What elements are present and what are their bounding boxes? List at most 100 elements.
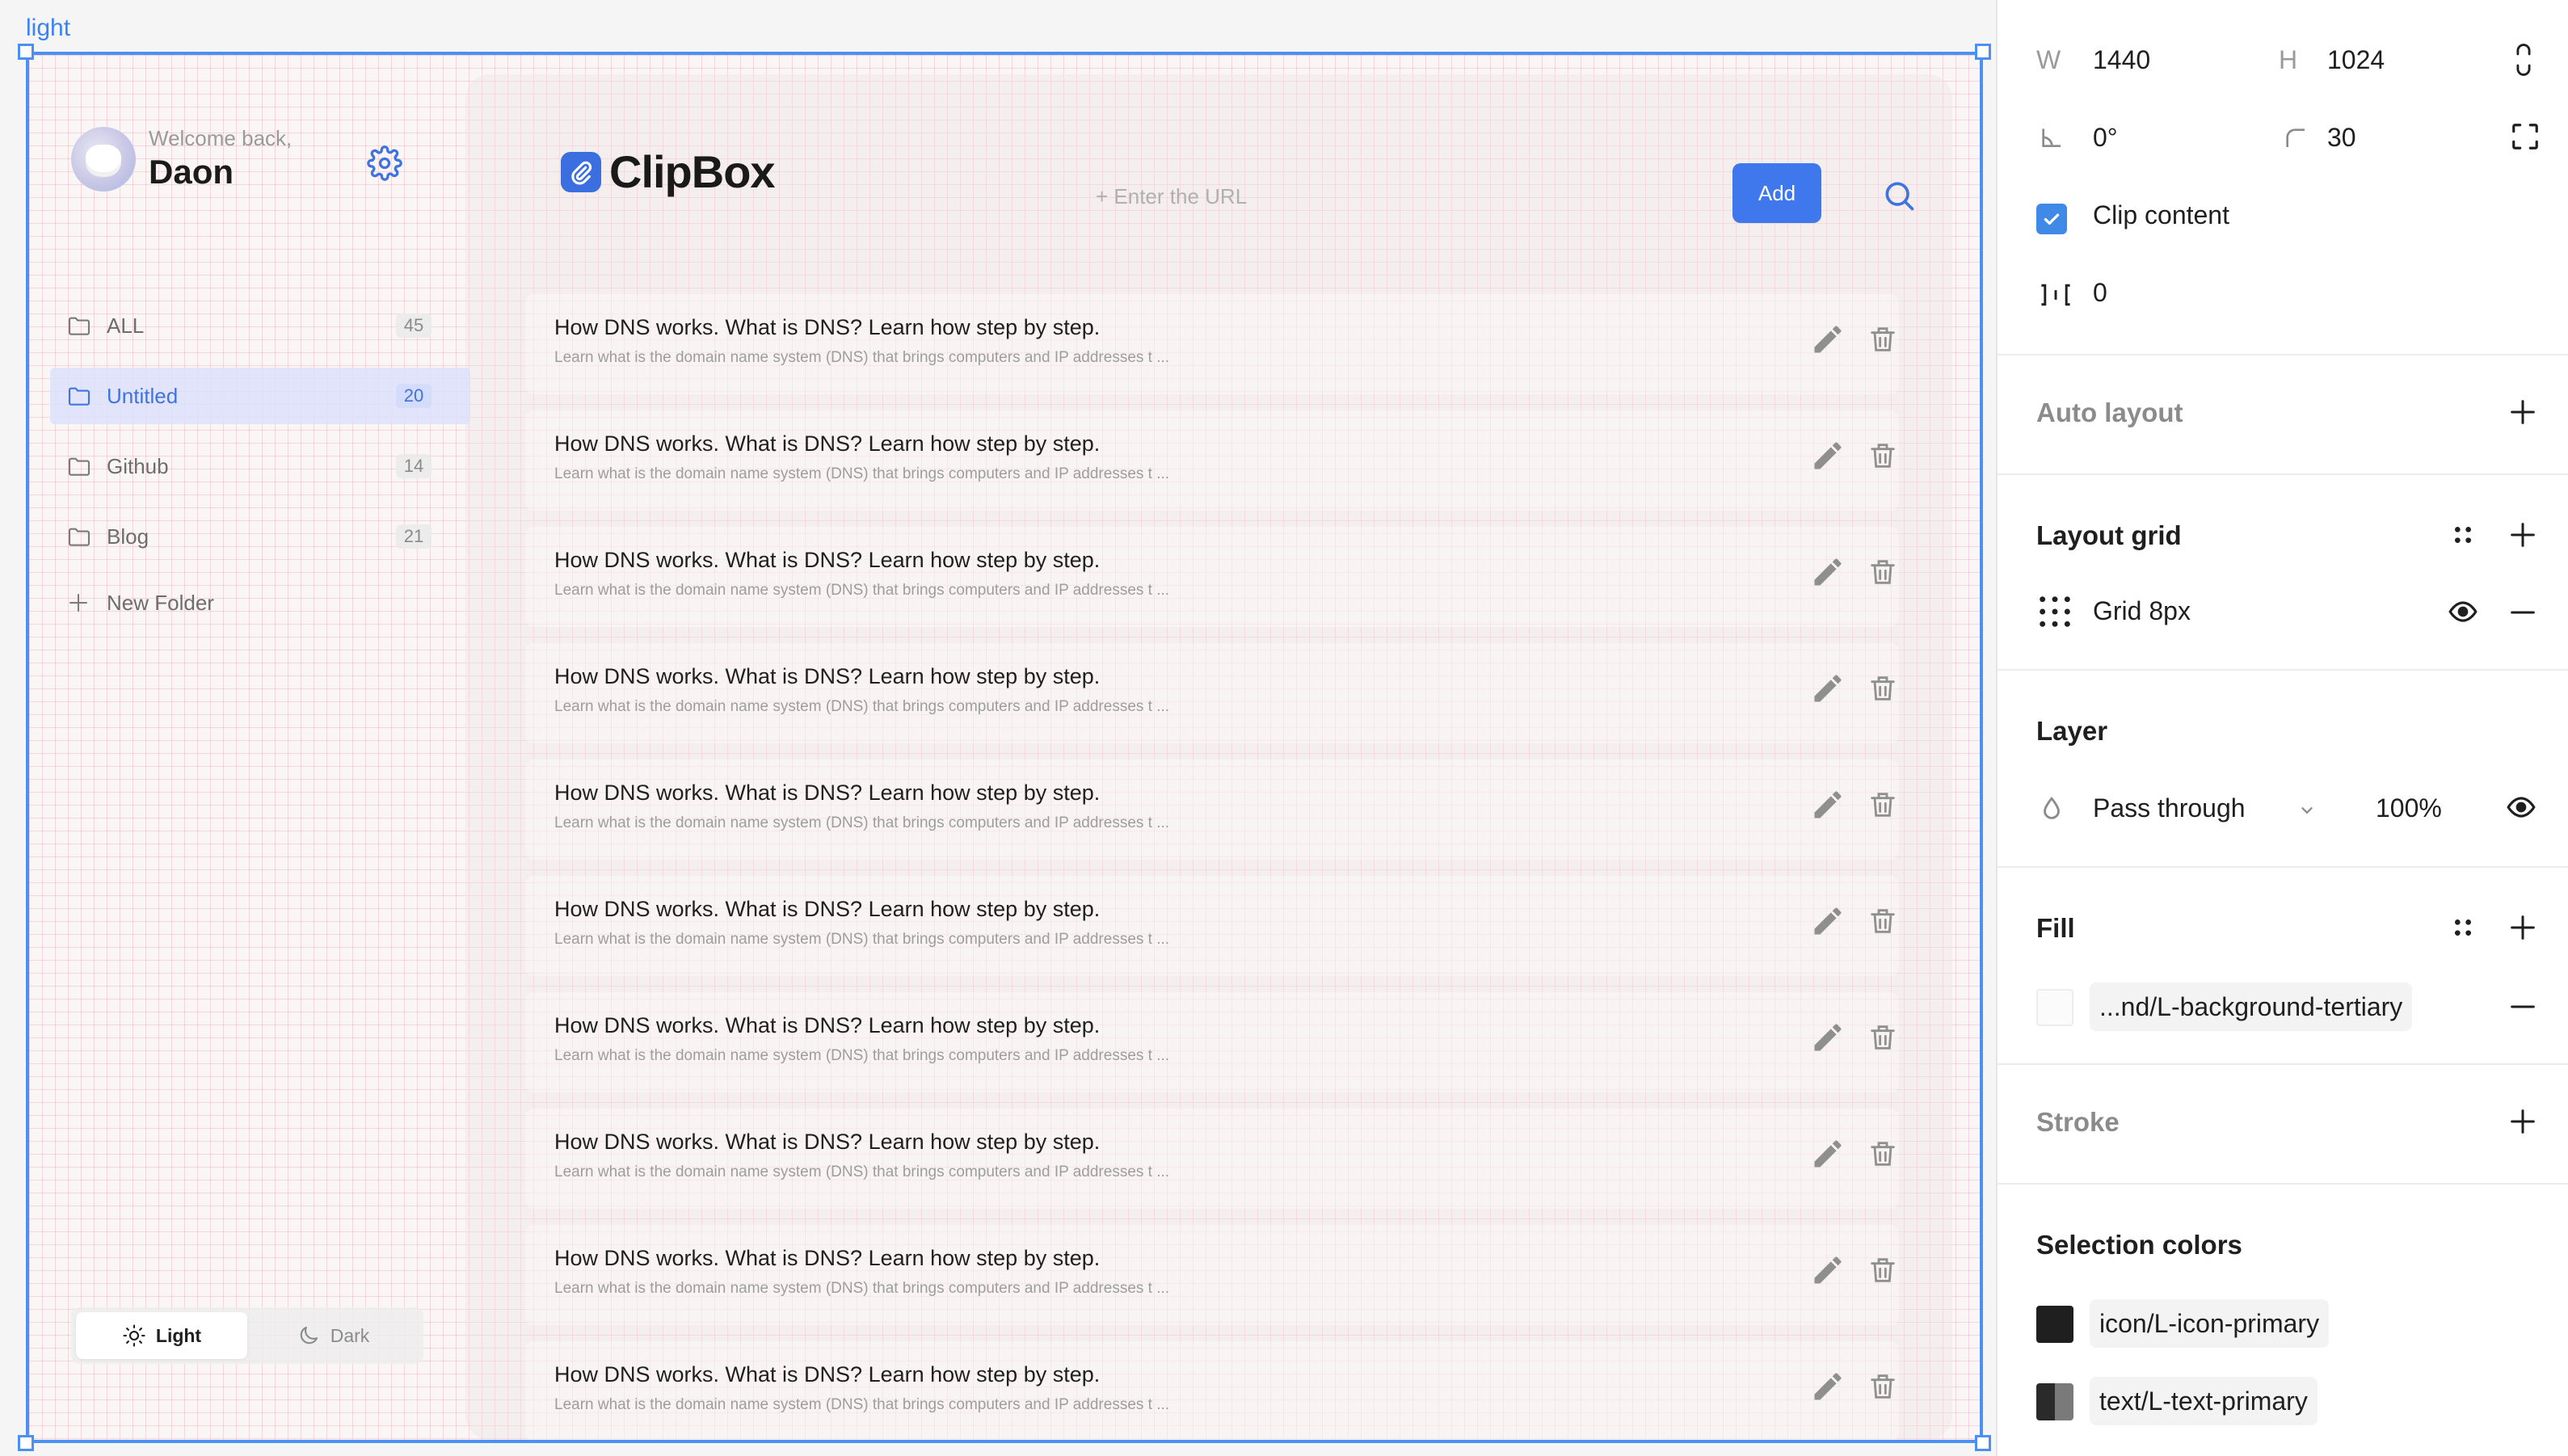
list-item[interactable]: How DNS works. What is DNS? Learn how st…	[525, 876, 1899, 976]
list-item[interactable]: How DNS works. What is DNS? Learn how st…	[525, 1109, 1899, 1209]
trash-icon[interactable]	[1867, 1136, 1899, 1172]
auto-layout-title: Auto layout	[2036, 398, 2183, 427]
new-folder-label: New Folder	[107, 590, 214, 615]
trash-icon[interactable]	[1867, 554, 1899, 590]
trash-icon[interactable]	[1867, 787, 1899, 823]
welcome-text: Welcome back,	[149, 126, 293, 150]
dark-theme-button[interactable]: Dark	[247, 1312, 419, 1359]
layout-grid-title: Layout grid	[2036, 520, 2182, 550]
clip-content-checkbox[interactable]	[2036, 204, 2067, 234]
plus-icon[interactable]	[2507, 1105, 2539, 1138]
folder-item-blog[interactable]: Blog 21	[50, 508, 470, 565]
list-item[interactable]: How DNS works. What is DNS? Learn how st…	[525, 294, 1899, 394]
folder-item-github[interactable]: Github 14	[50, 438, 470, 494]
gear-icon[interactable]	[367, 145, 402, 181]
selection-color-swatch[interactable]	[2036, 1383, 2073, 1420]
avatar[interactable]	[71, 126, 136, 191]
folder-item-all[interactable]: ALL 45	[50, 297, 470, 354]
minus-icon[interactable]	[2507, 991, 2539, 1023]
folder-icon	[68, 457, 91, 476]
edit-icon[interactable]	[1810, 1369, 1846, 1404]
list-item[interactable]: How DNS works. What is DNS? Learn how st…	[525, 410, 1899, 511]
trash-icon[interactable]	[1867, 671, 1899, 706]
constrain-proportions-icon[interactable]	[2510, 42, 2537, 78]
edit-icon[interactable]	[1810, 787, 1846, 823]
user-profile: Welcome back, Daon	[71, 126, 292, 191]
resize-handle-bottom-left[interactable]	[18, 1435, 34, 1451]
height-field[interactable]: 1024	[2327, 45, 2385, 75]
fill-swatch[interactable]	[2036, 989, 2073, 1026]
edit-icon[interactable]	[1810, 554, 1846, 590]
plus-icon[interactable]	[2507, 396, 2539, 428]
blend-mode-select[interactable]: Pass through	[2093, 793, 2246, 823]
fill-style-chip[interactable]: ...nd/L-background-tertiary	[2090, 983, 2413, 1031]
resize-handle-bottom-right[interactable]	[1975, 1435, 1991, 1451]
corner-radius-field[interactable]: 30	[2327, 123, 2356, 153]
folder-item-untitled[interactable]: Untitled 20	[50, 368, 470, 424]
width-field[interactable]: 1440	[2093, 45, 2150, 75]
edit-icon[interactable]	[1810, 438, 1846, 473]
resize-handle-top-right[interactable]	[1975, 44, 1991, 60]
trash-icon[interactable]	[1867, 1252, 1899, 1288]
selection-color-chip[interactable]: icon/L-icon-primary	[2090, 1299, 2330, 1348]
link-list: How DNS works. What is DNS? Learn how st…	[525, 294, 1899, 1440]
item-description: Learn what is the domain name system (DN…	[554, 814, 1170, 831]
frame-label[interactable]: light	[26, 15, 70, 42]
frame-section: W 1440 H 1024 0° 30 Clip content 0	[1998, 0, 2568, 356]
new-folder-button[interactable]: New Folder	[50, 579, 470, 627]
list-item[interactable]: How DNS works. What is DNS? Learn how st…	[525, 760, 1899, 860]
chevron-down-icon[interactable]	[2298, 802, 2316, 819]
profile-text: Welcome back, Daon	[149, 126, 292, 191]
dots-icon[interactable]	[2447, 911, 2479, 944]
spacing-icon	[2041, 284, 2070, 306]
trash-icon[interactable]	[1867, 903, 1899, 939]
spacing-field[interactable]: 0	[2093, 278, 2107, 308]
light-theme-button[interactable]: Light	[76, 1312, 247, 1359]
rotation-field[interactable]: 0°	[2093, 123, 2118, 153]
list-item[interactable]: How DNS works. What is DNS? Learn how st…	[525, 643, 1899, 743]
trash-icon[interactable]	[1867, 322, 1899, 357]
dots-icon[interactable]	[2447, 519, 2479, 551]
edit-icon[interactable]	[1810, 322, 1846, 357]
auto-layout-section: Auto layout	[1998, 356, 2568, 475]
edit-icon[interactable]	[1810, 1136, 1846, 1172]
selection-color-swatch[interactable]	[2036, 1306, 2073, 1343]
selection-color-chip[interactable]: text/L-text-primary	[2090, 1377, 2318, 1425]
plus-icon[interactable]	[2507, 911, 2539, 944]
item-description: Learn what is the domain name system (DN…	[554, 1396, 1170, 1413]
stroke-title: Stroke	[2036, 1107, 2120, 1137]
canvas[interactable]: light Welcome back, Daon ALL 45 Untitled…	[0, 0, 1996, 1456]
item-description: Learn what is the domain name system (DN…	[554, 349, 1170, 366]
item-description: Learn what is the domain name system (DN…	[554, 465, 1170, 482]
edit-icon[interactable]	[1810, 1252, 1846, 1288]
plus-icon[interactable]	[2507, 519, 2539, 551]
independent-corners-icon[interactable]	[2510, 121, 2541, 152]
trash-icon[interactable]	[1867, 438, 1899, 473]
list-item[interactable]: How DNS works. What is DNS? Learn how st…	[525, 1225, 1899, 1325]
search-icon[interactable]	[1881, 178, 1917, 213]
trash-icon[interactable]	[1867, 1020, 1899, 1055]
minus-icon[interactable]	[2507, 596, 2539, 629]
edit-icon[interactable]	[1810, 903, 1846, 939]
edit-icon[interactable]	[1810, 1020, 1846, 1055]
list-item[interactable]: How DNS works. What is DNS? Learn how st…	[525, 1341, 1899, 1440]
list-item[interactable]: How DNS works. What is DNS? Learn how st…	[525, 992, 1899, 1092]
item-title: How DNS works. What is DNS? Learn how st…	[554, 1013, 1101, 1037]
opacity-field[interactable]: 100%	[2376, 793, 2442, 823]
edit-icon[interactable]	[1810, 671, 1846, 706]
light-frame[interactable]: Welcome back, Daon ALL 45 Untitled 20 Gi…	[26, 52, 1983, 1443]
clip-content-label: Clip content	[2093, 200, 2229, 229]
eye-icon[interactable]	[2445, 596, 2481, 627]
eye-icon[interactable]	[2503, 792, 2539, 823]
grid-icon[interactable]	[2036, 593, 2073, 630]
url-input[interactable]	[1096, 168, 1742, 225]
add-button[interactable]: Add	[1732, 163, 1821, 223]
list-item[interactable]: How DNS works. What is DNS? Learn how st…	[525, 527, 1899, 627]
item-title: How DNS works. What is DNS? Learn how st…	[554, 664, 1101, 688]
item-description: Learn what is the domain name system (DN…	[554, 698, 1170, 715]
username: Daon	[149, 153, 234, 191]
resize-handle-top-left[interactable]	[18, 44, 34, 60]
trash-icon[interactable]	[1867, 1369, 1899, 1404]
check-icon	[2044, 213, 2060, 225]
item-description: Learn what is the domain name system (DN…	[554, 1164, 1170, 1180]
